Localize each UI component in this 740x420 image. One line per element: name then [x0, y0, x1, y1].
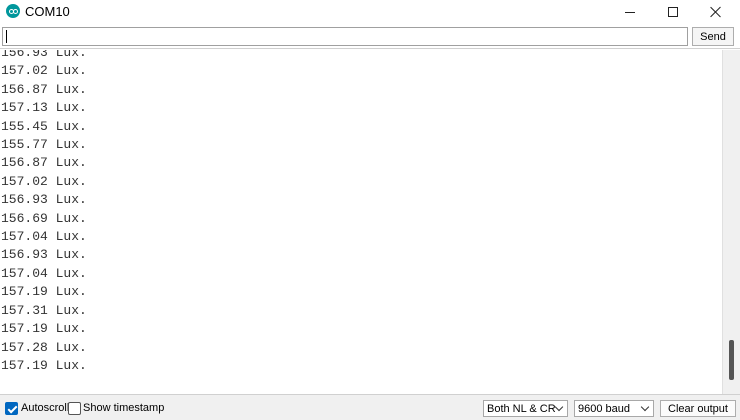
- output-line: 157.19 Lux.: [1, 284, 87, 300]
- output-line: 157.28 Lux.: [1, 339, 87, 355]
- output-line: 156.69 Lux.: [1, 210, 87, 226]
- serial-input[interactable]: [2, 27, 688, 46]
- output-line: 155.45 Lux.: [1, 118, 87, 134]
- arduino-icon: [6, 4, 20, 18]
- minimize-button[interactable]: [608, 0, 652, 24]
- clear-output-button[interactable]: Clear output: [660, 400, 736, 417]
- chevron-down-icon: [554, 402, 564, 412]
- autoscroll-label[interactable]: Autoscroll: [21, 402, 69, 414]
- minimize-icon: [625, 11, 635, 13]
- output-line: 157.04 Lux.: [1, 229, 87, 245]
- autoscroll-checkbox[interactable]: [5, 402, 18, 415]
- timestamp-label[interactable]: Show timestamp: [83, 402, 164, 414]
- vertical-scrollbar[interactable]: [722, 50, 740, 394]
- output-line: 156.87 Lux.: [1, 81, 87, 97]
- timestamp-checkbox[interactable]: [68, 402, 81, 415]
- line-ending-value: Both NL & CR: [487, 402, 556, 415]
- window-title: COM10: [25, 4, 70, 19]
- line-ending-select[interactable]: Both NL & CR: [483, 400, 568, 417]
- chevron-down-icon: [640, 402, 650, 412]
- send-bar: Send: [0, 24, 740, 49]
- output-line: 157.13 Lux.: [1, 100, 87, 116]
- close-button[interactable]: [694, 0, 738, 24]
- output-line: 157.31 Lux.: [1, 302, 87, 318]
- baud-rate-select[interactable]: 9600 baud: [574, 400, 654, 417]
- output-line: 157.02 Lux.: [1, 63, 87, 79]
- maximize-icon: [668, 7, 678, 17]
- output-line: 157.04 Lux.: [1, 265, 87, 281]
- serial-output[interactable]: 156.93 Lux. 157.02 Lux. 156.87 Lux. 157.13 …: [0, 50, 722, 394]
- status-footer: Autoscroll Show timestamp Both NL & CR 9…: [0, 394, 740, 420]
- baud-rate-value: 9600 baud: [578, 402, 630, 415]
- output-line: 157.19 Lux.: [1, 357, 87, 373]
- output-line: 157.02 Lux.: [1, 173, 87, 189]
- output-line: 157.19 Lux.: [1, 321, 87, 337]
- output-lines: 156.93 Lux. 157.02 Lux. 156.87 Lux. 157.13 …: [1, 50, 87, 375]
- output-line: 156.93 Lux.: [1, 50, 87, 60]
- close-icon: [710, 6, 722, 18]
- output-line: 156.93 Lux.: [1, 247, 87, 263]
- output-line: 155.77 Lux.: [1, 137, 87, 153]
- title-bar: COM10: [0, 0, 740, 24]
- send-button[interactable]: Send: [692, 27, 734, 46]
- output-line: 156.93 Lux.: [1, 192, 87, 208]
- maximize-button[interactable]: [651, 0, 695, 24]
- text-caret: [6, 30, 7, 43]
- output-line: 156.87 Lux.: [1, 155, 87, 171]
- scrollbar-thumb[interactable]: [729, 340, 734, 380]
